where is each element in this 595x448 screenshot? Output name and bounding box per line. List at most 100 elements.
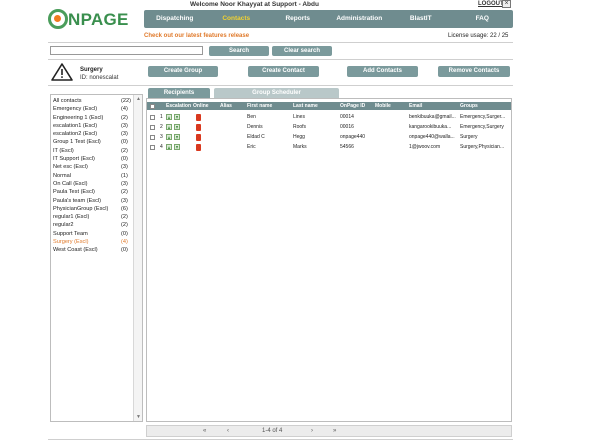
select-all-checkbox[interactable] [150, 103, 155, 109]
table-row[interactable]: 2 Dennis Roofs 00016 kangarookibuuka... Emerg… [147, 122, 511, 132]
table-row[interactable]: 4 Eric Marks 54566 1@jwoov.com Surgery,Physic… [147, 142, 511, 152]
group-list-item[interactable]: On Call (Escl) (3) [53, 180, 133, 188]
escalation-up-icon[interactable] [166, 114, 172, 120]
cell-email: onpage440@walla... [409, 134, 455, 140]
nav-tab-reports[interactable]: Reports [267, 10, 329, 28]
group-count: (0) [121, 247, 128, 254]
row-checkbox[interactable] [150, 114, 155, 120]
nav-tab-contacts[interactable]: Contacts [206, 10, 268, 28]
group-list-item[interactable]: regular1 (Escl) (2) [53, 213, 133, 221]
latest-features-link[interactable]: Check out our latest features release [144, 33, 249, 39]
create-group-button[interactable]: Create Group [148, 66, 218, 77]
create-contact-button[interactable]: Create Contact [248, 66, 319, 77]
cell-groups: Surgery,Physician... [460, 144, 505, 150]
group-name: escalation2 (Escl) [53, 131, 98, 138]
group-list-item[interactable]: Engineering 1 (Escl) (2) [53, 114, 133, 122]
group-list-item[interactable]: Surgery (Escl) (4) [53, 238, 133, 246]
last-page-icon[interactable]: » [333, 426, 336, 437]
group-count: (2) [121, 147, 128, 154]
row-number: 2 [160, 124, 163, 130]
remove-contacts-button[interactable]: Remove Contacts [438, 66, 510, 77]
table-row[interactable]: 1 Ben Lines 00014 benkibuuka@gmail... Emergen… [147, 112, 511, 122]
group-name: On Call (Escl) [53, 180, 88, 187]
pagination-bar: « ‹ 1-4 of 4 › » [146, 425, 512, 437]
group-name: PhysicianGroup (Escl) [53, 205, 109, 212]
column-header-last-name[interactable]: Last name [293, 102, 318, 110]
next-page-icon[interactable]: › [311, 426, 313, 437]
nav-tab-administration[interactable]: Administration [329, 10, 391, 28]
table-row[interactable]: 3 Eldad C Hegg onpage440 onpage440@walla... S… [147, 132, 511, 142]
search-button[interactable]: Search [209, 46, 269, 56]
group-count: (3) [121, 197, 128, 204]
group-list-item[interactable]: regular2 (2) [53, 221, 133, 229]
group-name: Normal [53, 172, 72, 179]
column-header-mobile[interactable]: Mobile [375, 102, 391, 110]
search-input[interactable] [50, 46, 203, 55]
column-header-online[interactable]: Online [193, 102, 209, 110]
group-count: (0) [121, 139, 128, 146]
scroll-down-icon[interactable]: ▼ [135, 414, 142, 420]
group-list-item[interactable]: escalation1 (Escl) (3) [53, 122, 133, 130]
group-name: Emergency (Escl) [53, 106, 98, 113]
escalation-up-icon[interactable] [166, 124, 172, 130]
contacts-table-panel: Escalation Online Alias First name Last … [146, 98, 512, 422]
escalation-up-icon[interactable] [166, 144, 172, 150]
tab-group-scheduler[interactable]: Group Scheduler [214, 88, 339, 98]
nav-tab-blastit[interactable]: BlastIT [390, 10, 452, 28]
group-list-item[interactable]: escalation2 (Escl) (3) [53, 130, 133, 138]
group-count: (22) [121, 98, 131, 104]
group-list-item[interactable]: Paula Test (Escl) (2) [53, 188, 133, 196]
escalation-down-icon[interactable] [174, 134, 180, 140]
group-name: Paula Test (Escl) [53, 189, 95, 196]
groups-list: All contacts (22) Emergency (Escl) (4) Engin… [53, 97, 133, 255]
group-list-item[interactable]: West Coast (Escl) (0) [53, 246, 133, 254]
group-list-item[interactable]: Paula's team (Escl) (3) [53, 197, 133, 205]
nav-tab-faq[interactable]: FAQ [452, 10, 514, 28]
group-name: West Coast (Escl) [53, 247, 98, 254]
scroll-up-icon[interactable]: ▲ [135, 96, 142, 102]
group-count: (3) [121, 164, 128, 171]
groups-scrollbar[interactable]: ▲ ▼ [133, 95, 142, 421]
escalation-down-icon[interactable] [174, 114, 180, 120]
group-count: (2) [121, 189, 128, 196]
column-header-escalation[interactable]: Escalation [166, 102, 191, 110]
group-list-item[interactable]: Support Team (0) [53, 230, 133, 238]
cell-onpage-id: 00014 [340, 114, 354, 120]
row-number: 4 [160, 144, 163, 150]
close-icon[interactable]: × [502, 0, 511, 8]
first-page-icon[interactable]: « [203, 426, 206, 437]
nav-tab-dispatching[interactable]: Dispatching [144, 10, 206, 28]
tab-recipients[interactable]: Recipients [148, 88, 210, 98]
group-list-item[interactable]: Group 1 Test (Escl) (0) [53, 138, 133, 146]
column-header-groups[interactable]: Groups [460, 102, 478, 110]
group-list-item[interactable]: Emergency (Escl) (4) [53, 105, 133, 113]
group-list-item[interactable]: IT Support (Escl) (0) [53, 155, 133, 163]
clear-search-button[interactable]: Clear search [272, 46, 332, 56]
pagination-count: 1-4 of 4 [262, 428, 283, 434]
group-list-item[interactable]: Net esc (Escl) (3) [53, 163, 133, 171]
row-checkbox[interactable] [150, 134, 155, 140]
prev-page-icon[interactable]: ‹ [227, 426, 229, 437]
row-checkbox[interactable] [150, 124, 155, 130]
escalation-down-icon[interactable] [174, 124, 180, 130]
column-header-onpage-id[interactable]: OnPage ID [340, 102, 365, 110]
escalation-down-icon[interactable] [174, 144, 180, 150]
group-count: (0) [121, 156, 128, 163]
column-header-first-name[interactable]: First name [247, 102, 272, 110]
column-header-email[interactable]: Email [409, 102, 422, 110]
row-checkbox[interactable] [150, 144, 155, 150]
escalation-up-icon[interactable] [166, 134, 172, 140]
contact-tabs: Recipients Group Scheduler [146, 88, 512, 98]
onpage-o-logo-icon [48, 9, 68, 29]
group-name: Surgery (Escl) [53, 239, 89, 246]
group-list-item[interactable]: PhysicianGroup (Escl) (6) [53, 205, 133, 213]
group-list-item[interactable]: IT (Escl) (2) [53, 147, 133, 155]
logout-link[interactable]: LOGOUT [478, 1, 504, 7]
group-name: All contacts [53, 98, 82, 104]
group-list-item[interactable]: Normal (1) [53, 172, 133, 180]
group-list-item[interactable]: All contacts (22) [53, 97, 133, 105]
group-count: (2) [121, 222, 128, 229]
add-contacts-button[interactable]: Add Contacts [347, 66, 418, 77]
offline-phone-icon [196, 133, 201, 141]
column-header-alias[interactable]: Alias [220, 102, 232, 110]
